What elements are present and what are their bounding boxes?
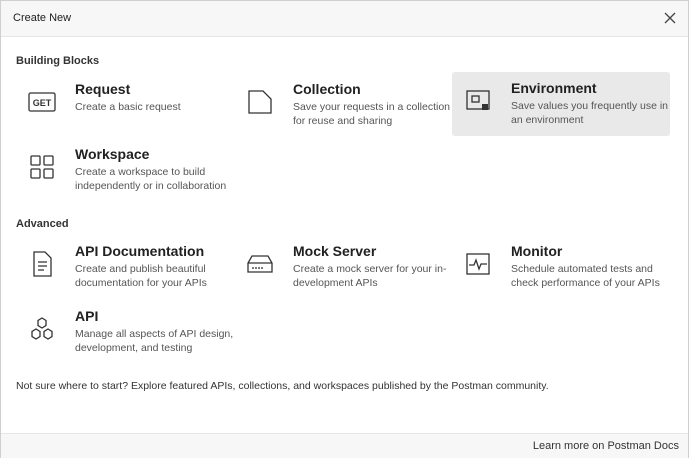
section-title-advanced: Advanced bbox=[16, 218, 69, 230]
create-workspace-card[interactable]: Workspace Create a workspace to build in… bbox=[16, 138, 234, 202]
card-name: Monitor bbox=[511, 243, 563, 259]
community-note: Not sure where to start? Explore feature… bbox=[16, 380, 549, 392]
modal-footer: Learn more on Postman Docs bbox=[1, 433, 688, 458]
workspace-grid-icon bbox=[28, 153, 56, 181]
card-description: Create a workspace to build independentl… bbox=[75, 166, 227, 192]
create-new-modal: Create New Building Blocks GET Request C… bbox=[0, 0, 689, 458]
card-description: Save values you frequently use in an env… bbox=[511, 100, 669, 126]
close-icon[interactable] bbox=[661, 9, 679, 27]
card-name: API bbox=[75, 308, 99, 324]
get-icon-text: GET bbox=[33, 98, 52, 108]
create-api-documentation-card[interactable]: API Documentation Create and publish bea… bbox=[16, 235, 234, 299]
card-name: Environment bbox=[511, 80, 597, 96]
card-description: Create a basic request bbox=[75, 101, 181, 113]
card-name: API Documentation bbox=[75, 243, 205, 259]
postman-docs-link[interactable]: Learn more on Postman Docs bbox=[533, 440, 679, 452]
card-name: Mock Server bbox=[293, 243, 377, 259]
api-hexagon-icon bbox=[28, 315, 56, 343]
monitor-pulse-icon bbox=[464, 250, 492, 278]
create-collection-card[interactable]: Collection Save your requests in a colle… bbox=[234, 73, 452, 137]
card-description: Schedule automated tests and check perfo… bbox=[511, 263, 660, 289]
server-icon bbox=[246, 250, 274, 278]
modal-title: Create New bbox=[13, 12, 72, 24]
card-description: Create and publish beautiful documentati… bbox=[75, 263, 207, 289]
card-name: Collection bbox=[293, 81, 361, 97]
card-description: Save your requests in a collection for r… bbox=[293, 101, 451, 127]
collection-folder-icon bbox=[246, 88, 274, 116]
create-mock-server-card[interactable]: Mock Server Create a mock server for you… bbox=[234, 235, 452, 299]
document-icon bbox=[28, 250, 56, 278]
create-api-card[interactable]: API Manage all aspects of API design, de… bbox=[16, 300, 234, 364]
card-name: Workspace bbox=[75, 146, 150, 162]
card-name: Request bbox=[75, 81, 131, 97]
get-request-icon: GET bbox=[28, 88, 56, 116]
create-environment-card[interactable]: Environment Save values you frequently u… bbox=[452, 72, 670, 136]
card-description: Manage all aspects of API design, develo… bbox=[75, 328, 234, 354]
create-monitor-card[interactable]: Monitor Schedule automated tests and che… bbox=[452, 235, 670, 299]
environment-icon bbox=[464, 87, 492, 115]
card-description: Create a mock server for your in-develop… bbox=[293, 263, 447, 289]
section-title-building-blocks: Building Blocks bbox=[16, 55, 100, 67]
modal-header: Create New bbox=[1, 1, 688, 37]
create-request-card[interactable]: GET Request Create a basic request bbox=[16, 73, 234, 137]
